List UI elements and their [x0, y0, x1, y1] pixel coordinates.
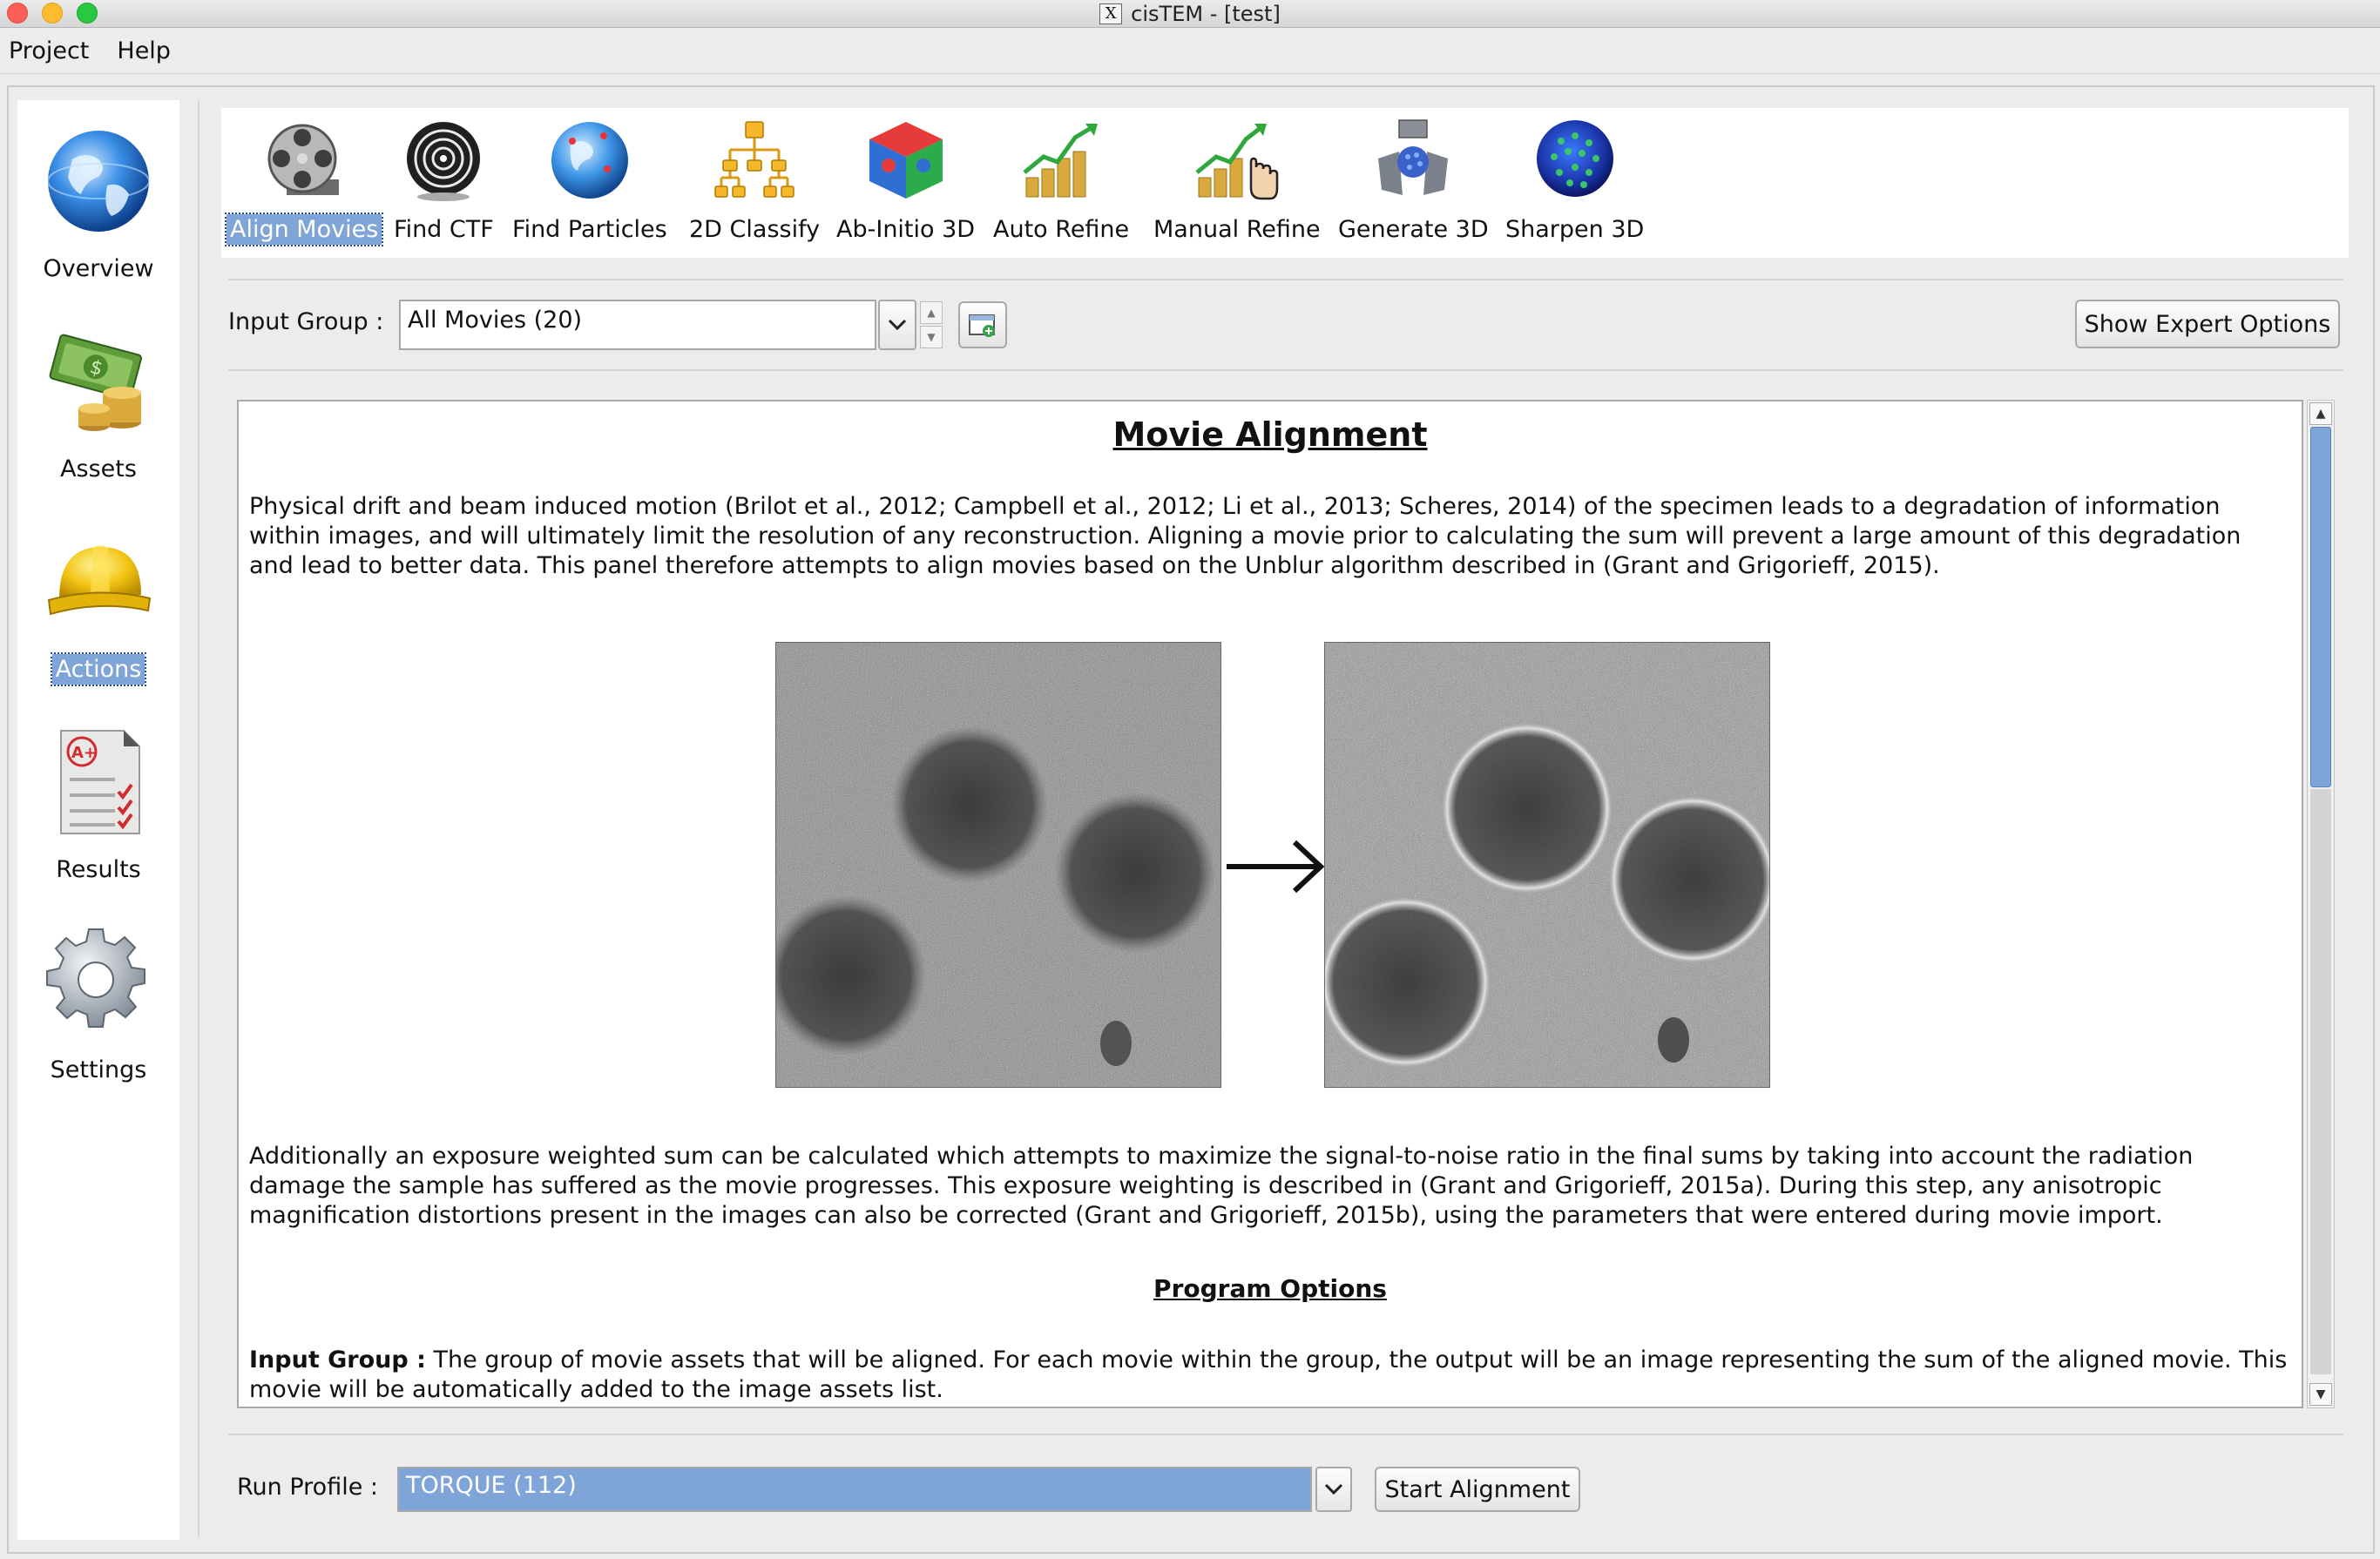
start-alignment-button[interactable]: Start Alignment — [1375, 1467, 1580, 1512]
run-profile-label: Run Profile : — [237, 1474, 378, 1501]
tool-generate-3d[interactable]: Generate 3D — [1335, 117, 1492, 245]
new-group-button[interactable] — [958, 301, 1007, 348]
sidebar-item-overview[interactable]: Overview — [17, 125, 179, 284]
input-group-select[interactable]: All Movies (20) — [399, 300, 876, 350]
scroll-thumb[interactable] — [2310, 427, 2331, 787]
scroll-down-button[interactable]: ▼ — [2309, 1383, 2332, 1406]
money-icon: $ — [42, 325, 155, 438]
divider — [228, 369, 2343, 371]
scroll-track[interactable] — [2310, 789, 2331, 1374]
info-panel: Movie Alignment Physical drift and beam … — [237, 400, 2303, 1408]
tool-label: 2D Classify — [689, 216, 821, 243]
reconstruct-icon — [1369, 117, 1457, 204]
sidebar: Overview $ Assets Actions A+ Results Set… — [17, 100, 179, 1540]
menu-project[interactable]: Project — [9, 37, 89, 64]
globe-icon — [42, 125, 155, 238]
virus-sphere-icon — [1531, 117, 1619, 204]
x11-icon: X — [1099, 3, 1123, 24]
sidebar-item-label: Settings — [50, 1056, 147, 1083]
info-scrollbar[interactable]: ▲ ▼ — [2307, 400, 2335, 1408]
action-toolbar: Align Movies Find CTF Find Particles 2D … — [221, 108, 2349, 258]
program-options-heading: Program Options — [1153, 1274, 1387, 1303]
tool-find-ctf[interactable]: Find CTF — [390, 117, 497, 245]
tool-label: Align Movies — [224, 213, 384, 246]
divider — [228, 279, 2343, 280]
title-bar: X cisTEM - [test] — [0, 0, 2380, 28]
micrograph-before — [775, 642, 1221, 1088]
tool-align-movies[interactable]: Align Movies — [224, 117, 384, 246]
info-title: Movie Alignment — [1112, 415, 1428, 454]
tool-label: Manual Refine — [1153, 216, 1321, 243]
info-paragraph-2: Additionally an exposure weighted sum ca… — [249, 1143, 2194, 1229]
tool-label: Auto Refine — [993, 216, 1130, 243]
sidebar-divider — [198, 100, 199, 1537]
option-description: Input Group : The group of movie assets … — [249, 1346, 2288, 1405]
tool-label: Find CTF — [394, 216, 494, 243]
chevron-down-icon — [888, 319, 907, 331]
sidebar-item-results[interactable]: A+ Results — [17, 726, 179, 885]
gear-icon — [42, 926, 155, 1039]
report-card-icon: A+ — [42, 726, 155, 839]
ctf-rings-icon — [400, 117, 487, 204]
hardhat-icon — [42, 525, 155, 638]
sidebar-item-label: Assets — [60, 456, 137, 483]
menu-help[interactable]: Help — [117, 37, 171, 64]
tool-2d-classify[interactable]: 2D Classify — [686, 117, 823, 245]
tool-manual-refine[interactable]: Manual Refine — [1150, 117, 1324, 245]
divider — [228, 1434, 2343, 1435]
option-text: The group of movie assets that will be a… — [249, 1346, 2288, 1403]
sidebar-item-label: Actions — [50, 652, 147, 686]
svg-text:A+: A+ — [71, 744, 97, 762]
tool-label: Ab-Initio 3D — [836, 216, 976, 243]
tool-label: Sharpen 3D — [1505, 216, 1645, 243]
tool-label: Generate 3D — [1338, 216, 1489, 243]
tool-label: Find Particles — [512, 216, 667, 243]
growth-chart-hand-icon — [1193, 117, 1281, 204]
sidebar-item-actions[interactable]: Actions — [17, 525, 179, 686]
hierarchy-icon — [711, 117, 798, 204]
tool-sharpen-3d[interactable]: Sharpen 3D — [1502, 117, 1647, 245]
add-window-icon — [969, 314, 995, 337]
input-group-dropdown-button[interactable] — [878, 300, 916, 350]
window-title: cisTEM - [test] — [1131, 2, 1281, 26]
film-reel-icon — [260, 117, 348, 204]
scroll-up-button[interactable]: ▲ — [2309, 402, 2332, 425]
puzzle-cube-icon — [862, 117, 950, 204]
run-profile-dropdown-button[interactable] — [1315, 1467, 1352, 1512]
sidebar-item-label: Results — [56, 856, 141, 883]
spin-down-button[interactable]: ▼ — [920, 326, 943, 348]
run-profile-select[interactable]: TORQUE (112) — [397, 1467, 1312, 1512]
spin-up-button[interactable]: ▲ — [920, 301, 943, 324]
arrow-right-icon — [1223, 832, 1328, 905]
tool-auto-refine[interactable]: Auto Refine — [990, 117, 1133, 245]
sidebar-item-assets[interactable]: $ Assets — [17, 325, 179, 484]
input-group-label: Input Group : — [228, 308, 384, 335]
micrograph-after — [1324, 642, 1770, 1088]
sidebar-item-label: Overview — [43, 255, 154, 282]
growth-chart-icon — [1018, 117, 1105, 204]
globe-pins-icon — [546, 117, 633, 204]
option-name: Input Group : — [249, 1346, 426, 1373]
menu-bar: Project Help — [0, 29, 2380, 74]
chevron-down-icon — [1324, 1483, 1343, 1495]
tool-ab-initio-3d[interactable]: Ab-Initio 3D — [833, 117, 978, 245]
info-paragraph-1: Physical drift and beam induced motion (… — [249, 493, 2241, 579]
tool-find-particles[interactable]: Find Particles — [509, 117, 671, 245]
show-expert-options-button[interactable]: Show Expert Options — [2075, 300, 2340, 348]
sidebar-item-settings[interactable]: Settings — [17, 926, 179, 1085]
